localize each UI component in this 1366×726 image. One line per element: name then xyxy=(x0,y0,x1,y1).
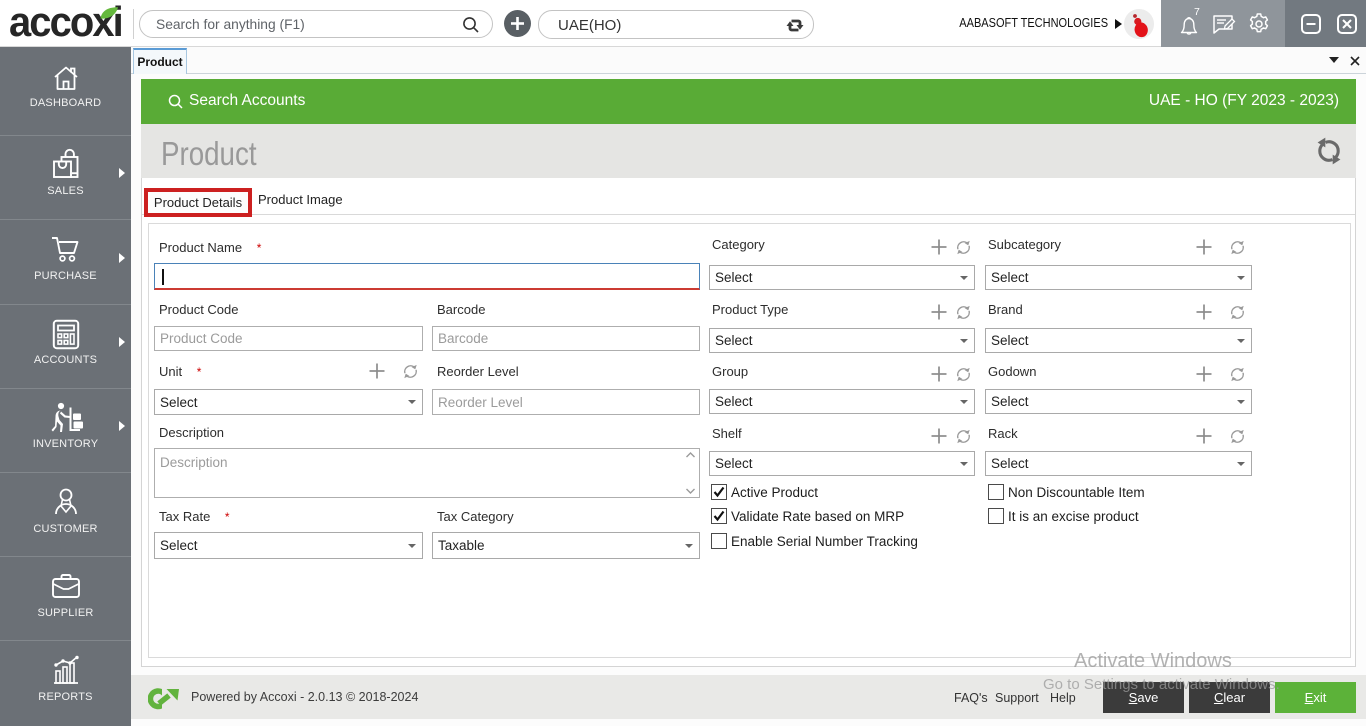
svg-text:7: 7 xyxy=(1194,6,1200,18)
